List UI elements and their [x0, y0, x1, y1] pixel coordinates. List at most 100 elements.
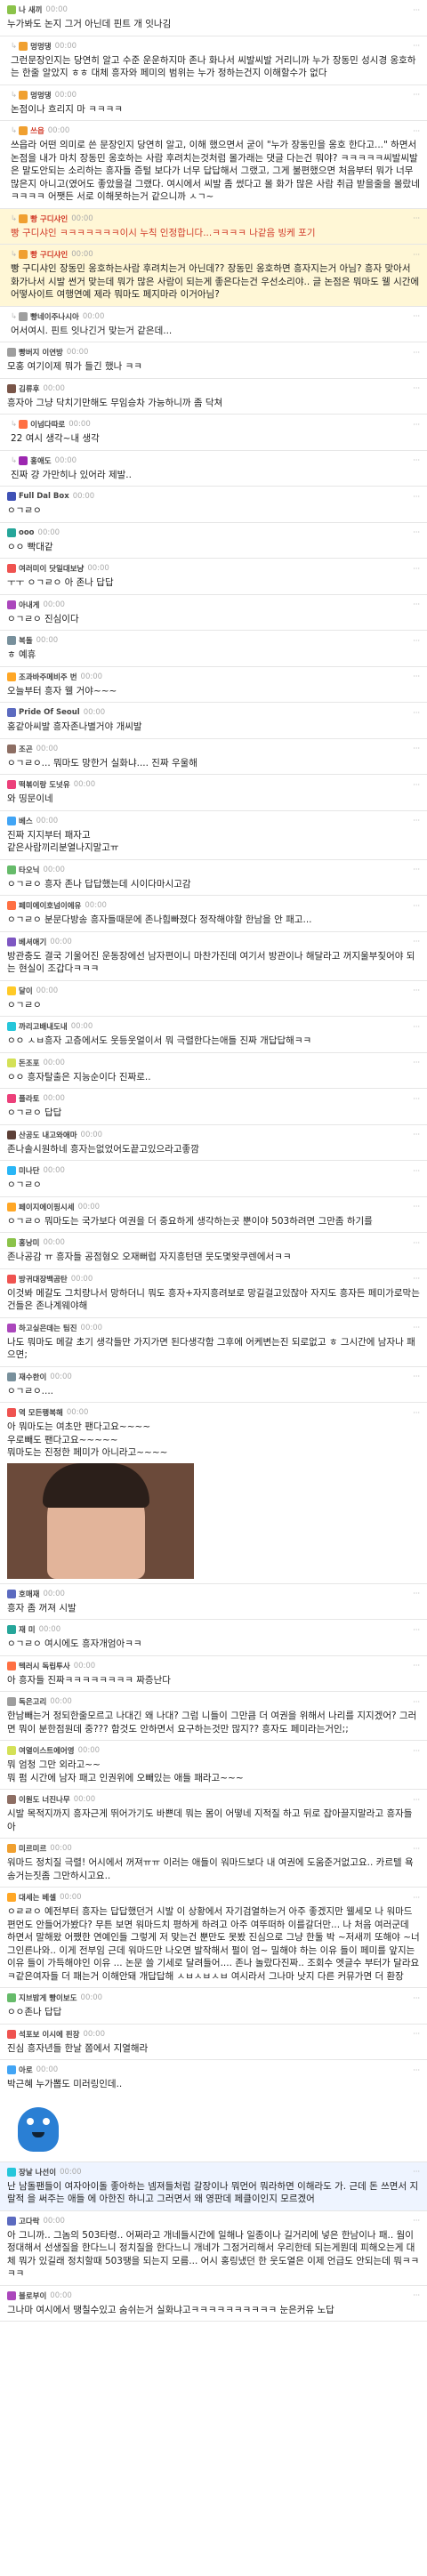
nickname[interactable]: 빵 구디샤인: [30, 249, 68, 260]
more-options-icon[interactable]: ···: [413, 1167, 420, 1175]
more-options-icon[interactable]: ···: [413, 1796, 420, 1804]
avatar[interactable]: [7, 1746, 16, 1755]
nickname[interactable]: 홍낭미: [19, 1237, 39, 1248]
nickname[interactable]: 멍멍댕: [30, 90, 51, 101]
avatar[interactable]: [7, 865, 16, 874]
avatar[interactable]: [7, 1589, 16, 1598]
nickname[interactable]: Pride Of Seoul: [19, 708, 80, 717]
more-options-icon[interactable]: ···: [413, 938, 420, 946]
more-options-icon[interactable]: ···: [413, 986, 420, 994]
nickname[interactable]: 빵버지 이연방: [19, 347, 63, 358]
avatar[interactable]: [19, 213, 28, 223]
nickname[interactable]: 이원도 너진나무: [19, 1794, 70, 1805]
avatar[interactable]: [7, 1697, 16, 1706]
avatar[interactable]: [7, 1844, 16, 1853]
nickname[interactable]: 플라토: [19, 1093, 39, 1104]
nickname[interactable]: 여열이스트에어영: [19, 1745, 75, 1756]
nickname[interactable]: 미르미르: [19, 1843, 46, 1854]
more-options-icon[interactable]: ···: [413, 565, 420, 573]
more-options-icon[interactable]: ···: [413, 6, 420, 14]
more-options-icon[interactable]: ···: [413, 312, 420, 320]
more-options-icon[interactable]: ···: [413, 1239, 420, 1247]
nickname[interactable]: 독은고리: [19, 1696, 46, 1707]
avatar[interactable]: [7, 901, 16, 910]
more-options-icon[interactable]: ···: [413, 817, 420, 825]
more-options-icon[interactable]: ···: [413, 2066, 420, 2074]
more-options-icon[interactable]: ···: [413, 865, 420, 873]
nickname[interactable]: 쓰읍: [30, 125, 44, 136]
avatar[interactable]: [7, 527, 16, 537]
nickname[interactable]: 재수한이: [19, 1372, 46, 1382]
avatar[interactable]: [7, 1625, 16, 1634]
nickname[interactable]: 돈조포: [19, 1058, 39, 1068]
more-options-icon[interactable]: ···: [413, 1131, 420, 1139]
more-options-icon[interactable]: ···: [413, 456, 420, 464]
avatar[interactable]: [7, 1274, 16, 1284]
avatar[interactable]: [19, 311, 28, 321]
more-options-icon[interactable]: ···: [413, 127, 420, 135]
more-options-icon[interactable]: ···: [413, 384, 420, 392]
avatar[interactable]: [7, 2216, 16, 2226]
nickname[interactable]: 나 새끼: [19, 4, 42, 15]
more-options-icon[interactable]: ···: [413, 91, 420, 99]
avatar[interactable]: [7, 1094, 16, 1103]
nickname[interactable]: 텍러시 독립투사: [19, 1661, 70, 1671]
more-options-icon[interactable]: ···: [413, 214, 420, 222]
avatar[interactable]: [7, 1993, 16, 2002]
avatar[interactable]: [7, 1238, 16, 1247]
avatar[interactable]: [7, 1372, 16, 1381]
nickname[interactable]: 복돌: [19, 635, 33, 646]
avatar[interactable]: [7, 986, 16, 995]
avatar[interactable]: [7, 1022, 16, 1031]
more-options-icon[interactable]: ···: [413, 1023, 420, 1031]
avatar[interactable]: [7, 816, 16, 825]
avatar[interactable]: [7, 672, 16, 681]
more-options-icon[interactable]: ···: [413, 709, 420, 717]
avatar[interactable]: [7, 1795, 16, 1804]
nickname[interactable]: 이넘다따로: [30, 419, 65, 430]
nickname[interactable]: 여러미이 닷일대보냥: [19, 563, 84, 574]
avatar[interactable]: [7, 708, 16, 717]
avatar[interactable]: [7, 2290, 16, 2300]
nickname[interactable]: 장날 나선이: [19, 2167, 56, 2178]
avatar[interactable]: [7, 492, 16, 501]
nickname[interactable]: ooo: [19, 528, 35, 537]
more-options-icon[interactable]: ···: [413, 1275, 420, 1283]
avatar[interactable]: [7, 1408, 16, 1417]
avatar[interactable]: [19, 420, 28, 429]
nickname[interactable]: 재 미: [19, 1624, 36, 1635]
more-options-icon[interactable]: ···: [413, 493, 420, 501]
more-options-icon[interactable]: ···: [413, 1203, 420, 1211]
more-options-icon[interactable]: ···: [413, 1845, 420, 1853]
nickname[interactable]: 홍애도: [30, 455, 51, 466]
more-options-icon[interactable]: ···: [413, 781, 420, 789]
more-options-icon[interactable]: ···: [413, 1894, 420, 1902]
more-options-icon[interactable]: ···: [413, 902, 420, 910]
more-options-icon[interactable]: ···: [413, 637, 420, 645]
nickname[interactable]: 멍멍댕: [30, 41, 51, 52]
avatar[interactable]: [19, 41, 28, 51]
avatar[interactable]: [7, 636, 16, 645]
avatar[interactable]: [19, 455, 28, 465]
nickname[interactable]: 아로: [19, 2065, 33, 2075]
more-options-icon[interactable]: ···: [413, 42, 420, 50]
nickname[interactable]: 베셔애기: [19, 937, 46, 947]
more-options-icon[interactable]: ···: [413, 1994, 420, 2002]
more-options-icon[interactable]: ···: [413, 2030, 420, 2038]
nickname[interactable]: Full Dal Box: [19, 492, 69, 501]
nickname[interactable]: 블로부이: [19, 2290, 46, 2301]
more-options-icon[interactable]: ···: [413, 1095, 420, 1103]
nickname[interactable]: 페이지에이핑시세: [19, 1202, 75, 1212]
nickname[interactable]: 고다락: [19, 2216, 39, 2226]
avatar[interactable]: [7, 1661, 16, 1670]
nickname[interactable]: 지브밤게 빵이보도: [19, 1992, 77, 2003]
more-options-icon[interactable]: ···: [413, 421, 420, 429]
avatar[interactable]: [19, 126, 28, 135]
nickname[interactable]: 조과바주메비주 번: [19, 672, 77, 682]
nickname[interactable]: 산공도 내고와애마: [19, 1130, 77, 1140]
nickname[interactable]: 빵네이주나시아: [30, 311, 79, 322]
more-options-icon[interactable]: ···: [413, 745, 420, 753]
more-options-icon[interactable]: ···: [413, 251, 420, 259]
avatar[interactable]: [7, 1202, 16, 1212]
more-options-icon[interactable]: ···: [413, 1698, 420, 1706]
